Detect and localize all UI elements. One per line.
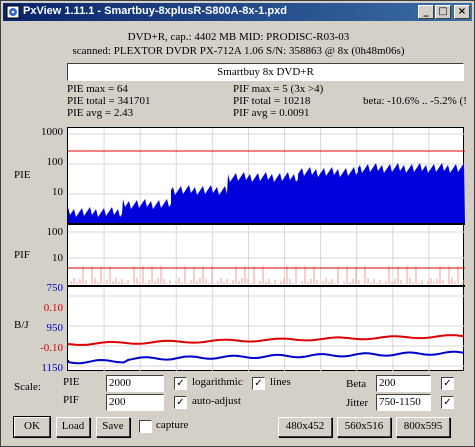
title-bar[interactable]: PxView 1.11.1 - Smartbuy-8xplusR-S800A-8…	[3, 3, 472, 21]
logarithmic-checkbox[interactable]: ✓	[174, 377, 187, 390]
capture-checkbox[interactable]	[139, 420, 152, 433]
pie-avg: PIE avg = 2.43	[67, 107, 134, 119]
scale-label: Scale:	[14, 381, 41, 393]
jitter-curve	[68, 350, 465, 365]
pxview-window: PxView 1.11.1 - Smartbuy-8xplusR-S800A-8…	[0, 0, 475, 447]
scale-pif-label: PIF	[63, 394, 79, 406]
pie-max: PIE max = 64	[67, 83, 128, 95]
minimize-button[interactable]: _	[418, 5, 434, 19]
capture-label: capture	[156, 419, 189, 431]
size-800x595-button[interactable]: 800x595	[396, 417, 450, 437]
maximize-button[interactable]: □	[435, 5, 451, 19]
jitter-tick-950: 950	[46, 322, 64, 334]
pie-tick-1000: 1000	[41, 126, 63, 138]
scan-info: scanned: PLEXTOR DVDR PX-712A 1.06 S/N: …	[72, 45, 405, 57]
graph-title-input[interactable]: Smartbuy 8x DVD+R	[67, 63, 464, 81]
pif-tick-10: 10	[52, 252, 63, 264]
jitter-checkbox[interactable]: ✓	[441, 396, 454, 409]
pif-total: PIF total = 10218	[233, 95, 311, 107]
jitter-tick-1150: 1150	[41, 362, 63, 374]
window-title: PxView 1.11.1 - Smartbuy-8xplusR-S800A-8…	[23, 5, 287, 17]
logarithmic-label: logarithmic	[192, 376, 243, 388]
beta-checkbox[interactable]: ✓	[441, 377, 454, 390]
beta-range: beta: -10.6% .. -5.2% (!	[363, 95, 467, 107]
scale-pie-label: PIE	[63, 376, 80, 388]
lines-label: lines	[270, 376, 291, 388]
beta-curve	[68, 334, 465, 346]
pie-tick-10: 10	[52, 186, 63, 198]
scan-graph-canvas	[68, 128, 465, 372]
pif-scale-input[interactable]: 200	[106, 394, 164, 411]
jitter-scale-input[interactable]: 750-1150	[376, 394, 431, 411]
beta-scale-label: Beta	[346, 378, 367, 390]
jitter-tick-750: 750	[46, 282, 64, 294]
pif-max: PIF max = 5 (3x >4)	[233, 83, 324, 95]
jitter-scale-label: Jitter	[346, 397, 368, 409]
pie-axis-label: PIE	[14, 169, 31, 181]
size-480x452-button[interactable]: 480x452	[278, 417, 332, 437]
beta-tick-pos: 0.10	[43, 302, 63, 314]
pie-total: PIE total = 341701	[67, 95, 151, 107]
app-icon	[6, 5, 20, 19]
disc-info: DVD+R, cap.: 4402 MB MID: PRODISC-R03-03	[127, 31, 350, 43]
scan-graph	[67, 127, 465, 372]
close-button[interactable]: ×	[454, 5, 470, 19]
lines-checkbox[interactable]: ✓	[252, 377, 265, 390]
load-button[interactable]: Load	[56, 417, 90, 437]
beta-tick-neg: -0.10	[40, 342, 63, 354]
size-560x516-button[interactable]: 560x516	[337, 417, 391, 437]
auto-adjust-label: auto-adjust	[192, 395, 241, 407]
auto-adjust-checkbox[interactable]: ✓	[174, 396, 187, 409]
ok-button[interactable]: OK	[13, 416, 51, 438]
pie-scale-input[interactable]: 2000	[106, 375, 164, 392]
pif-tick-100: 100	[46, 226, 64, 238]
pif-avg: PIF avg = 0.0091	[233, 107, 310, 119]
pie-tick-100: 100	[46, 156, 64, 168]
save-button[interactable]: Save	[96, 417, 130, 437]
beta-scale-input[interactable]: 200	[376, 375, 431, 392]
